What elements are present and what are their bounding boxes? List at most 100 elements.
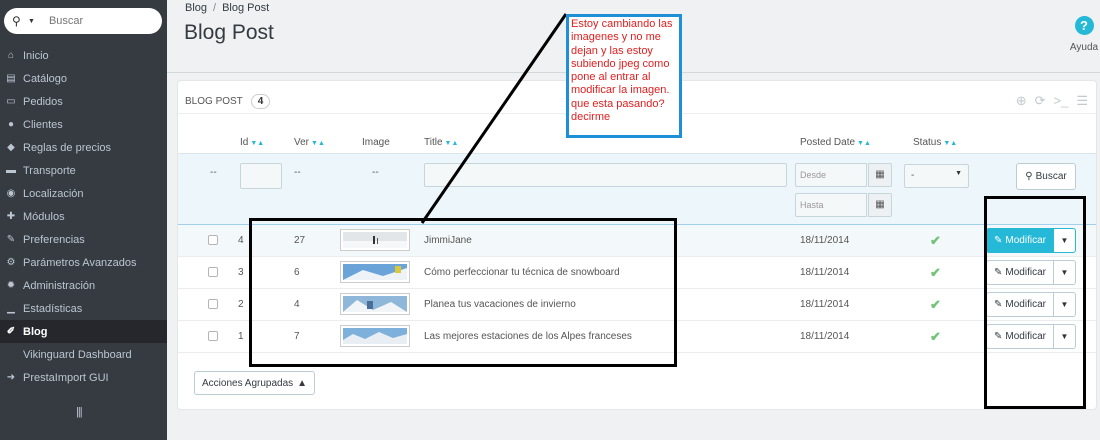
panel-title: BLOG POST [185, 96, 243, 107]
panel-toolbar: ⊕ ⟳ >_ ☰ [1016, 93, 1088, 109]
sort-icon[interactable]: ▼▲ [311, 140, 325, 147]
sort-icon[interactable]: ▼▲ [857, 140, 871, 147]
sidebar-item-transporte[interactable]: ▬ Transporte [0, 159, 167, 182]
header-id-label: Id [240, 137, 249, 148]
status-filter-select[interactable]: - ▼ [904, 164, 969, 188]
sidebar-item-preferencias[interactable]: ✎ Preferencias [0, 228, 167, 251]
sidebar-item-par-metros-avanzados[interactable]: ⚙ Parámetros Avanzados [0, 251, 167, 274]
question-circle-icon[interactable]: ? [1074, 16, 1094, 35]
row-id: 1 [238, 331, 244, 342]
bar-chart-icon: ▁ [7, 303, 15, 314]
sidebar-item-label: Estadísticas [23, 302, 83, 315]
sidebar-menu: ⌂ Inicio ▤ Catálogo ▭ Pedidos ● Clientes ◆ Reglas… [0, 44, 167, 389]
calendar-icon[interactable]: ▦ [868, 163, 892, 187]
sidebar-item-localizaci-n[interactable]: ◉ Localización [0, 182, 167, 205]
row-checkbox[interactable] [208, 267, 218, 277]
header-ver[interactable]: Ver ▼▲ [294, 137, 325, 148]
filter-dash: -- [210, 167, 217, 178]
book-icon: ▤ [6, 73, 16, 84]
sidebar-item-reglas-de-precios[interactable]: ◆ Reglas de precios [0, 136, 167, 159]
header-status[interactable]: Status ▼▲ [913, 137, 957, 148]
home-icon: ⌂ [7, 50, 15, 61]
truck-icon: ▬ [6, 165, 16, 176]
sidebar-item-label: Parámetros Avanzados [23, 256, 137, 269]
sidebar-item-label: Reglas de precios [23, 141, 112, 154]
sign-in-icon: ➜ [6, 372, 16, 383]
status-check-icon[interactable]: ✔ [930, 265, 941, 281]
refresh-icon[interactable]: ⟳ [1035, 93, 1046, 109]
sidebar-item-clientes[interactable]: ● Clientes [0, 113, 167, 136]
sidebar-item-label: Módulos [23, 210, 65, 223]
search-button[interactable]: ⚲ Buscar [1016, 163, 1076, 190]
date-to-input[interactable]: Hasta [795, 193, 867, 217]
cogs-icon: ⚙ [6, 257, 16, 268]
row-date: 18/11/2014 [800, 267, 850, 278]
calendar-icon[interactable]: ▦ [868, 193, 892, 217]
sidebar-item-label: Catálogo [23, 72, 68, 85]
row-checkbox[interactable] [208, 299, 218, 309]
row-id: 4 [238, 235, 244, 246]
search-input[interactable] [48, 15, 149, 27]
filter-id-input[interactable] [240, 163, 282, 189]
bulk-actions-button[interactable]: Acciones Agrupadas ▲ [194, 371, 316, 395]
breadcrumb-root[interactable]: Blog [185, 2, 207, 14]
header-image: Image [362, 137, 390, 148]
header-status-label: Status [913, 137, 942, 148]
sort-icon[interactable]: ▼▲ [250, 140, 264, 147]
breadcrumb-current: Blog Post [222, 2, 270, 14]
sidebar-item-prestaimport-gui[interactable]: ➜ PrestaImport GUI [0, 366, 167, 389]
search-icon[interactable]: ⚲ [12, 14, 26, 28]
sidebar-item-cat-logo[interactable]: ▤ Catálogo [0, 67, 167, 90]
add-icon[interactable]: ⊕ [1016, 93, 1027, 109]
filter-title-input[interactable] [424, 163, 787, 187]
row-date: 18/11/2014 [800, 299, 850, 310]
row-checkbox[interactable] [208, 235, 218, 245]
sidebar-item-m-dulos[interactable]: ✚ Módulos [0, 205, 167, 228]
caret-down-icon[interactable]: ▼ [28, 18, 35, 25]
annotation-note: Estoy cambiando las imagenes y no me dej… [566, 14, 682, 138]
search-box[interactable]: ⚲ ▼ [4, 8, 162, 34]
help-button[interactable]: ? Ayuda [1064, 16, 1100, 53]
header-posted-date[interactable]: Posted Date ▼▲ [800, 137, 871, 148]
row-date: 18/11/2014 [800, 331, 850, 342]
collapse-icon[interactable]: ||| [76, 406, 88, 418]
breadcrumb: Blog / Blog Post [185, 2, 269, 14]
sidebar-item-inicio[interactable]: ⌂ Inicio [0, 44, 167, 67]
sort-icon[interactable]: ▼▲ [943, 140, 957, 147]
sidebar-item-pedidos[interactable]: ▭ Pedidos [0, 90, 167, 113]
status-check-icon[interactable]: ✔ [930, 233, 941, 249]
globe-icon: ◉ [6, 188, 16, 199]
wrench-icon: ✎ [6, 234, 16, 245]
edit-icon: ✐ [6, 326, 16, 337]
sidebar-item-administraci-n[interactable]: ✹ Administración [0, 274, 167, 297]
filter-dash: -- [294, 167, 301, 178]
sidebar-item-estad-sticas[interactable]: ▁ Estadísticas [0, 297, 167, 320]
status-check-icon[interactable]: ✔ [930, 297, 941, 313]
sidebar-item-label: PrestaImport GUI [23, 371, 109, 384]
sidebar-item-label: Inicio [23, 49, 49, 62]
page-title: Blog Post [184, 21, 274, 44]
sidebar-item-blog[interactable]: ✐ Blog [0, 320, 167, 343]
sidebar-item-vikinguard-dashboard[interactable]: Vikinguard Dashboard [0, 343, 167, 366]
credit-card-icon: ▭ [6, 96, 16, 107]
status-select-value: - [911, 170, 915, 181]
sidebar-item-label: Pedidos [23, 95, 63, 108]
sidebar-item-label: Administración [23, 279, 96, 292]
header-title-label: Title [424, 137, 443, 148]
search-icon: ⚲ [1025, 171, 1033, 182]
header-id[interactable]: Id ▼▲ [240, 137, 264, 148]
users-icon: ● [7, 119, 15, 130]
cog-icon: ✹ [6, 280, 16, 291]
row-checkbox[interactable] [208, 331, 218, 341]
terminal-icon[interactable]: >_ [1054, 93, 1069, 109]
header-title[interactable]: Title ▼▲ [424, 137, 458, 148]
annotation-box-actions [984, 196, 1086, 409]
status-check-icon[interactable]: ✔ [930, 329, 941, 345]
panel-heading: BLOG POST 4 [185, 94, 271, 109]
sidebar: ⚲ ▼ ⌂ Inicio ▤ Catálogo ▭ Pedidos ● Clientes ◆ Re… [0, 0, 167, 440]
help-label: Ayuda [1069, 42, 1099, 53]
date-from-input[interactable]: Desde [795, 163, 867, 187]
search-button-label: Buscar [1035, 171, 1067, 182]
database-icon[interactable]: ☰ [1076, 93, 1088, 109]
sort-icon[interactable]: ▼▲ [445, 140, 459, 147]
